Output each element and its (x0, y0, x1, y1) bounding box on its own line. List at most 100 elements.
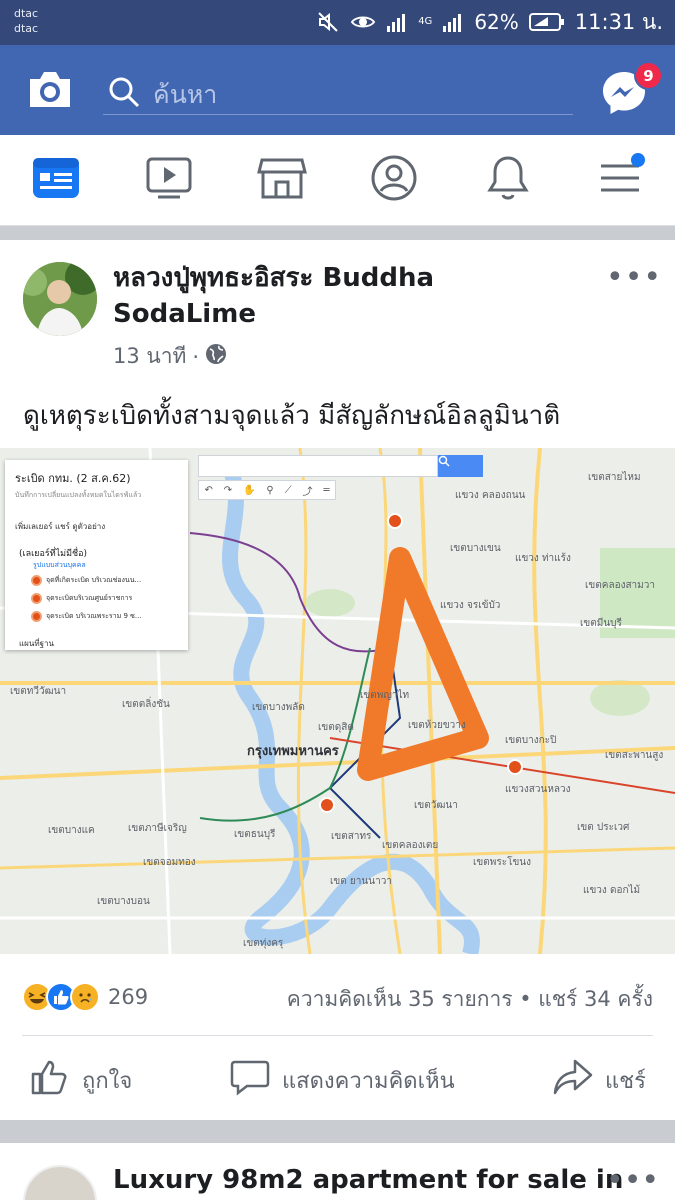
map-city-label: กรุงเทพมหานคร (247, 744, 339, 759)
undo-icon[interactable]: ↶ (204, 485, 212, 496)
map-district-label: เขต ยานนาวา (330, 876, 392, 887)
map-district-label: เขตสายไหม (588, 472, 641, 483)
comment-label: แสดงความคิดเห็น (282, 1068, 455, 1094)
messenger-badge: 9 (634, 61, 663, 90)
redo-icon[interactable]: ↷ (224, 485, 232, 496)
map-district-label: เขตทุ่งครุ (243, 938, 284, 949)
map-search-input[interactable] (198, 455, 438, 477)
route-icon[interactable]: ⤴ (303, 483, 313, 498)
map-layer-name: (เลเยอร์ที่ไม่มีชื่อ) (19, 549, 88, 559)
line-icon[interactable]: ⟋ (285, 485, 292, 496)
map-layer-panel: ระเบิด กทม. (2 ส.ค.62) บันทึกการเปลี่ยนแ… (5, 460, 188, 650)
map-district-label: แขวง ดอกไม้ (583, 885, 641, 896)
map-marker-item: จุดที่เกิดระเบิด บริเวณช่องนน... (31, 575, 141, 586)
marker-icon (31, 575, 42, 586)
post-author[interactable]: หลวงปู่พุทธะอิสระ Buddha SodaLime (113, 260, 583, 332)
tab-watch[interactable] (141, 155, 197, 205)
menu-notification-dot (631, 153, 645, 167)
map-district-label: เขตสาทร (331, 831, 372, 842)
feed-separator (0, 226, 675, 240)
marker-icon (31, 593, 42, 604)
profile-icon (369, 153, 419, 207)
nav-tabs (0, 135, 675, 226)
post-time: 13 นาที (113, 344, 187, 368)
map-marker-item: จุดระเบิดบริเวณศูนย์ราชการ (31, 593, 132, 604)
bell-icon (485, 153, 531, 207)
map-district-label: แขวง ท่าแร้ง (515, 553, 571, 564)
more-options-icon[interactable]: ••• (606, 263, 662, 293)
more-options-icon[interactable]: ••• (606, 1166, 659, 1196)
post-meta: 13 นาที · (113, 340, 227, 373)
map-district-label: เขตบางเขน (450, 543, 501, 554)
comments-shares-stats[interactable]: ความคิดเห็น 35 รายการ • แชร์ 34 ครั้ง (287, 983, 653, 1016)
map-toolbar[interactable]: ↶ ↷ ✋ ⚲ ⟋ ⤴ ═ (198, 480, 336, 500)
sad-icon (70, 982, 100, 1012)
map-district-label: แขวงสวนหลวง (505, 784, 571, 795)
map-district-label: เขตจอมทอง (143, 857, 196, 868)
carrier-label: dtac (14, 7, 39, 20)
map-layer-style: รูปแบบส่วนบุคคล (33, 561, 86, 569)
tab-marketplace[interactable] (254, 155, 310, 205)
hand-icon[interactable]: ✋ (243, 485, 255, 496)
battery-percent: 62% (474, 10, 519, 34)
map-district-label: แขวง จรเข้บัว (440, 600, 501, 611)
top-header: ค้นหา (0, 45, 675, 135)
map-district-label: เขตบางบอน (97, 896, 150, 907)
map-district-label: เขต ประเวศ (577, 822, 630, 833)
signal-icon (386, 11, 408, 33)
map-district-label: เขตพระโขนง (473, 857, 532, 868)
tab-news-feed[interactable] (28, 155, 84, 205)
like-label: ถูกใจ (82, 1068, 133, 1094)
tab-notifications[interactable] (480, 155, 536, 205)
status-bar: dtac dtac 4G 62% 11:31 น. (0, 0, 675, 45)
map-district-label: เขตบางกะปิ (505, 735, 557, 746)
feed-separator (0, 1120, 675, 1143)
map-district-label: เขตมีนบุรี (580, 618, 622, 629)
post-author[interactable]: Luxury 98m2 apartment for sale in (113, 1165, 623, 1195)
battery-icon (528, 12, 565, 32)
share-button[interactable]: แชร์ (553, 1059, 646, 1100)
map-district-label: เขตพญาไท (360, 690, 410, 701)
search-input[interactable]: ค้นหา (103, 67, 573, 115)
carrier-label: dtac (14, 22, 39, 35)
post-text: ดูเหตุระเบิดทั้งสามจุดแล้ว มีสัญลักษณ์อิ… (23, 401, 561, 431)
store-icon (257, 155, 307, 205)
mute-icon (316, 10, 340, 34)
reactions-count: 269 (108, 985, 149, 1009)
map-district-label: เขตคลองสามวา (585, 580, 655, 591)
search-placeholder: ค้นหา (153, 80, 218, 109)
marker-icon[interactable]: ⚲ (266, 485, 273, 496)
avatar[interactable] (23, 262, 97, 336)
map-panel-actions: เพิ่มเลเยอร์ แชร์ ดูตัวอย่าง (15, 522, 106, 531)
map-district-label: เขตคลองเตย (382, 840, 439, 851)
map-district-label: เขตดุสิต (318, 722, 354, 733)
post-card: Luxury 98m2 apartment for sale in ••• (0, 1143, 675, 1200)
map-search-button[interactable] (438, 455, 483, 477)
map-district-label: เขตบางแค (48, 825, 95, 836)
tab-profile[interactable] (366, 155, 422, 205)
map-district-label: เขตตลิ่งชัน (122, 699, 170, 710)
clock: 11:31 น. (574, 9, 663, 34)
map-district-label: เขตทวีวัฒนา (10, 686, 67, 697)
marker-icon (31, 611, 42, 622)
video-icon (144, 155, 194, 205)
post-card: หลวงปู่พุทธะอิสระ Buddha SodaLime ••• 13… (0, 240, 675, 1120)
comment-button[interactable]: แสดงความคิดเห็น (230, 1060, 455, 1100)
share-label: แชร์ (605, 1068, 646, 1094)
map-base-layer: แผนที่ฐาน (19, 639, 54, 648)
like-button[interactable]: ถูกใจ (30, 1060, 132, 1100)
divider (22, 1035, 653, 1036)
globe-icon (205, 343, 227, 370)
signal-icon (442, 11, 464, 33)
camera-icon[interactable] (26, 67, 74, 115)
avatar[interactable] (23, 1165, 97, 1200)
post-map-image[interactable]: ↶ ↷ ✋ ⚲ ⟋ ⤴ ═ ระเบิด กทม. (2 ส.ค.62) บัน… (0, 448, 675, 954)
map-district-label: เขตสะพานสูง (605, 750, 664, 761)
ruler-icon[interactable]: ═ (323, 485, 329, 496)
news-feed-icon (30, 155, 82, 205)
reactions-summary[interactable]: 269 (22, 982, 148, 1012)
search-icon (107, 75, 141, 113)
map-panel-subtitle: บันทึกการเปลี่ยนแปลงทั้งหมดในไดรฟ์แล้ว (15, 491, 142, 499)
search-icon (438, 455, 450, 467)
comment-icon (230, 1058, 270, 1102)
